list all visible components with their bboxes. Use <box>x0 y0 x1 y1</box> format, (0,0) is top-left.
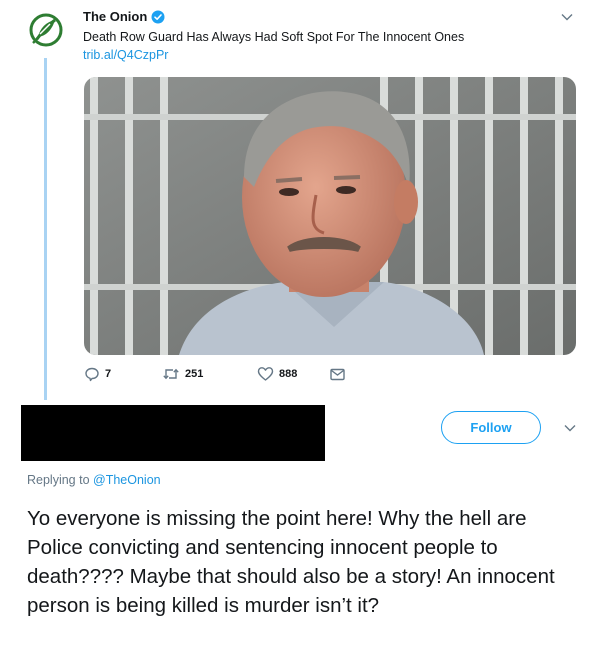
reply-icon <box>85 367 99 382</box>
reply-text: Yo everyone is missing the point here! W… <box>27 507 555 617</box>
retweet-action[interactable]: 251 <box>162 366 257 382</box>
chevron-down-icon[interactable] <box>560 10 574 24</box>
thread-line <box>44 58 47 400</box>
replying-handle-link[interactable]: @TheOnion <box>93 473 161 487</box>
retweet-icon <box>163 368 179 380</box>
tweet-link[interactable]: trib.al/Q4CzpPr <box>83 48 168 62</box>
like-count: 888 <box>279 368 298 380</box>
reply-action[interactable]: 7 <box>84 366 136 382</box>
author-row: The Onion <box>83 9 165 24</box>
onion-logo-avatar[interactable] <box>28 12 64 48</box>
tweet-photo[interactable] <box>84 77 576 355</box>
follow-button[interactable]: Follow <box>441 411 541 444</box>
heart-icon <box>257 367 274 381</box>
direct-message-icon <box>330 368 345 381</box>
verified-badge-icon <box>151 10 165 23</box>
direct-message-action[interactable] <box>329 366 346 382</box>
prison-guard-photo <box>84 77 576 355</box>
retweet-count: 251 <box>185 368 204 380</box>
tweet-actions: 7 251 888 <box>84 366 346 382</box>
replying-prefix: Replying to <box>27 473 90 487</box>
author-name[interactable]: The Onion <box>83 9 147 24</box>
chevron-down-icon[interactable] <box>563 421 577 435</box>
like-action[interactable]: 888 <box>257 366 329 382</box>
reply-count: 7 <box>105 368 112 380</box>
replying-to: Replying to @TheOnion <box>27 473 161 487</box>
tweet-text: Death Row Guard Has Always Had Soft Spot… <box>83 30 465 44</box>
redacted-user-info <box>21 405 325 461</box>
onion-logo-icon <box>29 13 63 47</box>
